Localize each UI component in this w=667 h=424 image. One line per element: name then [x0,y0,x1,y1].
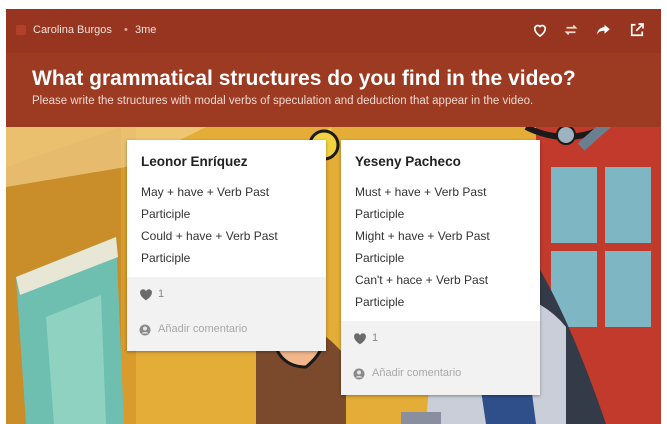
post-card[interactable]: Yeseny Pacheco Must + have + Verb Past P… [341,140,540,395]
post-line: Participle [355,251,405,265]
commenter-avatar-icon [139,324,151,336]
like-count: 1 [372,332,379,344]
post-line: Participle [355,295,405,309]
padlet-board: Carolina Burgos • 3me What grammatical s… [6,9,661,424]
like-count: 1 [158,288,165,300]
board-title: What grammatical structures do you find … [32,67,576,90]
like-heart-icon[interactable] [139,289,153,301]
cartoon-wallpaper [6,127,661,424]
post-line: Participle [141,251,191,265]
share-icon[interactable] [594,21,612,39]
board-wallpaper: Leonor Enríquez May + have + Verb Past P… [6,127,661,424]
board-header: Carolina Burgos • 3me What grammatical s… [6,9,661,127]
remake-icon[interactable] [562,21,580,39]
post-line: Participle [141,207,191,221]
like-heart-icon[interactable] [353,333,367,345]
post-footer: 1 Añadir comentario [341,321,540,395]
commenter-avatar-icon [353,368,365,380]
post-line: Participle [355,207,405,221]
top-bar: Carolina Burgos • 3me [6,9,661,53]
board-description: Please write the structures with modal v… [32,95,534,107]
post-line: Could + have + Verb Past [141,229,278,243]
add-comment-input[interactable]: Añadir comentario [158,323,247,335]
post-line: May + have + Verb Past [141,185,270,199]
post-footer: 1 Añadir comentario [127,277,326,351]
post-author: Yeseny Pacheco [355,154,461,169]
post-body: Must + have + Verb Past Participle Might… [355,181,530,313]
post-author: Leonor Enríquez [141,154,248,169]
post-card[interactable]: Leonor Enríquez May + have + Verb Past P… [127,140,326,351]
board-author[interactable]: Carolina Burgos [33,24,112,36]
heart-icon[interactable] [531,21,549,39]
post-line: Might + have + Verb Past [355,229,490,243]
open-external-icon[interactable] [628,21,646,39]
author-avatar[interactable] [16,25,26,35]
post-line: Can't + hace + Verb Past [355,273,489,287]
add-comment-input[interactable]: Añadir comentario [372,367,461,379]
post-line: Must + have + Verb Past [355,185,487,199]
post-body: May + have + Verb Past Participle Could … [141,181,316,269]
separator-dot: • [124,24,128,36]
board-time: 3me [135,24,157,36]
